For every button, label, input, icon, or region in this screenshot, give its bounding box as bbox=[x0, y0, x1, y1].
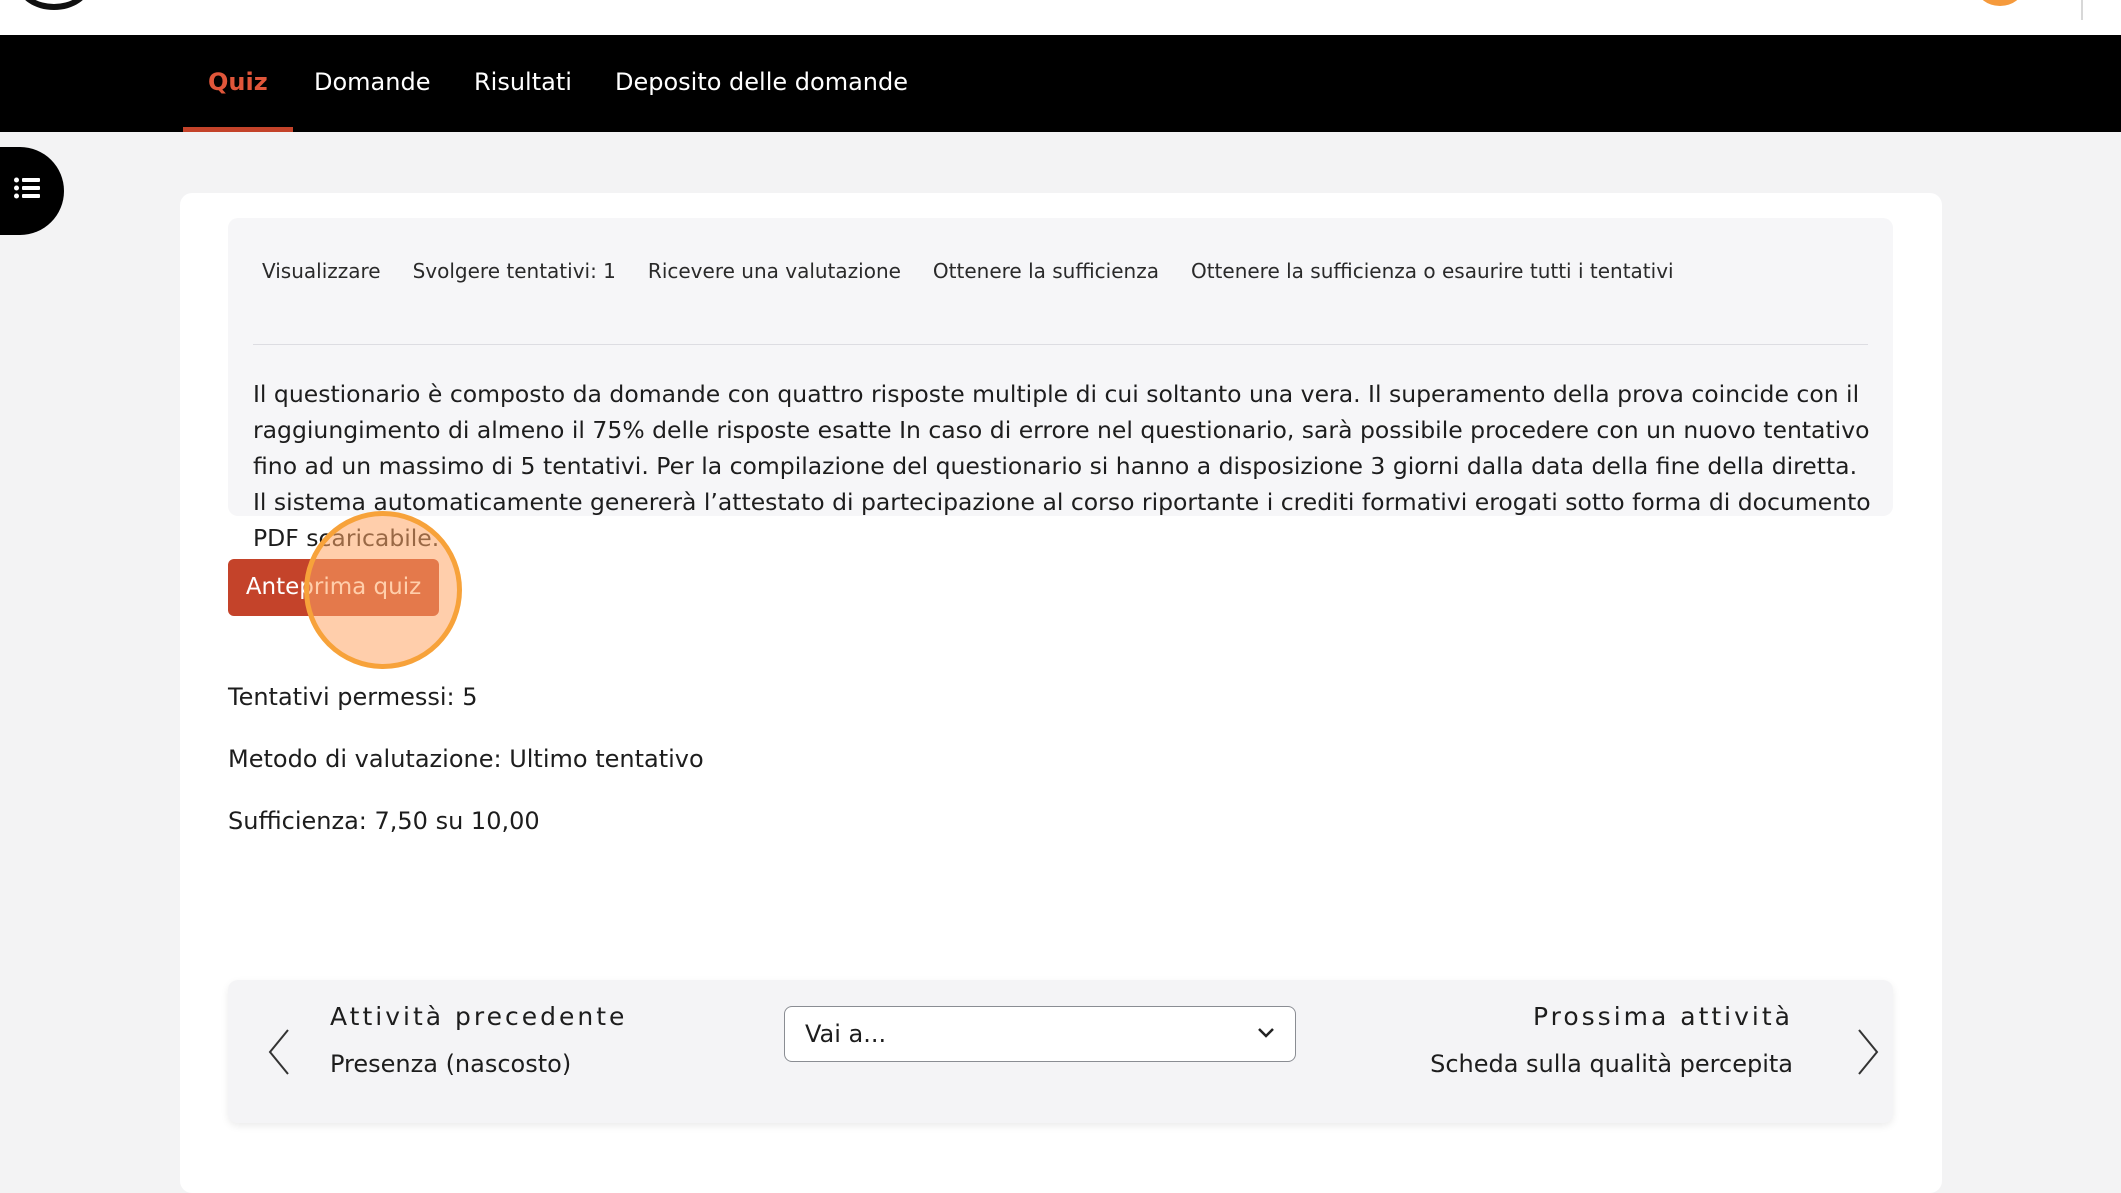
chevron-left-icon[interactable] bbox=[266, 1028, 292, 1076]
next-activity-title: Prossima attività bbox=[1532, 1002, 1793, 1031]
divider bbox=[253, 344, 1868, 345]
jump-to-select[interactable]: Vai a... bbox=[784, 1006, 1296, 1062]
tab-deposito-domande[interactable]: Deposito delle domande bbox=[590, 35, 933, 132]
next-activity-link[interactable]: Scheda sulla qualità percepita bbox=[1430, 1050, 1793, 1078]
completion-condition: Svolgere tentativi: 1 bbox=[412, 258, 616, 283]
chevron-right-icon[interactable] bbox=[1855, 1028, 1881, 1076]
list-icon bbox=[14, 177, 40, 199]
jump-to-value: Vai a... bbox=[805, 1020, 887, 1048]
course-index-toggle[interactable] bbox=[0, 147, 64, 235]
completion-condition: Ottenere la sufficienza bbox=[932, 258, 1159, 283]
secondary-navigation: Quiz Domande Risultati Deposito delle do… bbox=[0, 35, 2121, 132]
main-content-card: Visualizzare Svolgere tentativi: 1 Ricev… bbox=[180, 193, 1942, 1193]
completion-condition: Visualizzare bbox=[262, 258, 381, 283]
click-highlight bbox=[304, 511, 462, 669]
completion-condition: Ottenere la sufficienza o esaurire tutti… bbox=[1190, 258, 1674, 283]
pass-grade: Sufficienza: 7,50 su 10,00 bbox=[228, 807, 540, 835]
tab-risultati[interactable]: Risultati bbox=[449, 35, 597, 132]
tab-domande[interactable]: Domande bbox=[289, 35, 455, 132]
activity-navigation: Attività precedente Presenza (nascosto) … bbox=[228, 980, 1893, 1123]
previous-activity-link[interactable]: Presenza (nascosto) bbox=[330, 1050, 571, 1078]
previous-activity-title: Attività precedente bbox=[330, 1002, 628, 1031]
completion-conditions: Visualizzare Svolgere tentativi: 1 Ricev… bbox=[246, 218, 1690, 323]
grading-method: Metodo di valutazione: Ultimo tentativo bbox=[228, 745, 704, 773]
user-avatar[interactable] bbox=[1977, 0, 2023, 6]
tab-quiz[interactable]: Quiz bbox=[183, 35, 293, 132]
chevron-down-icon bbox=[1258, 1028, 1274, 1038]
header-divider bbox=[2081, 0, 2083, 20]
site-logo[interactable] bbox=[18, 0, 90, 10]
activity-information: Visualizzare Svolgere tentativi: 1 Ricev… bbox=[228, 218, 1893, 552]
attempts-allowed: Tentativi permessi: 5 bbox=[228, 683, 478, 711]
completion-condition: Ricevere una valutazione bbox=[647, 258, 901, 283]
top-header bbox=[0, 0, 2121, 35]
quiz-intro-text: Il questionario è composto da domande co… bbox=[253, 380, 1871, 552]
